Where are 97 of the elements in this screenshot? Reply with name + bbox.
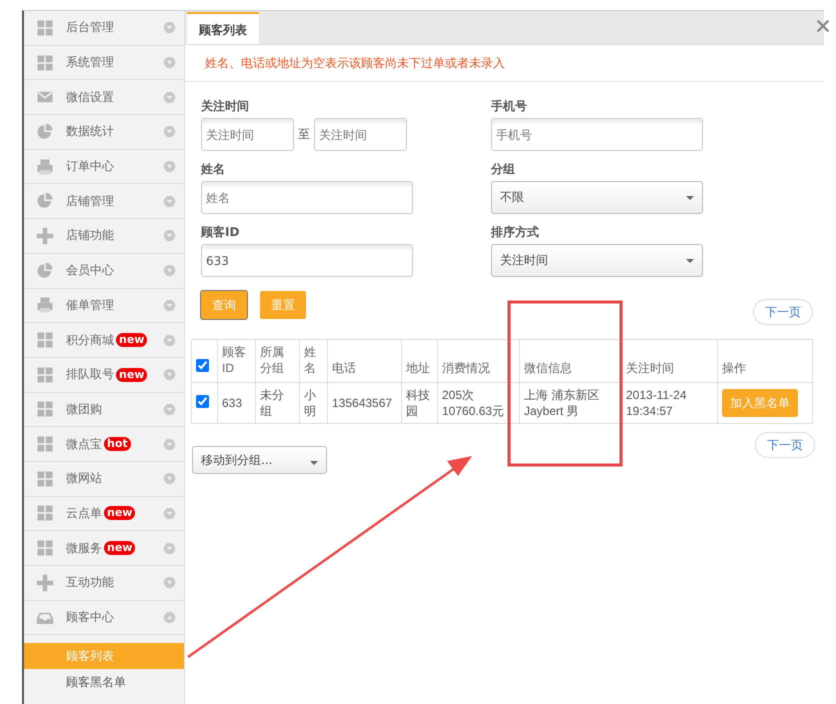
sidebar-item[interactable]: 催单管理	[24, 288, 184, 324]
grid-icon	[36, 331, 54, 350]
sidebar-item[interactable]: 排队取号 new	[24, 358, 184, 393]
sidebar-item[interactable]: 微信设置	[24, 80, 184, 116]
row-checkbox[interactable]	[196, 394, 209, 408]
table-cell: 上海 浦东新区 Jaybert 男	[524, 388, 600, 418]
sidebar-item[interactable]: 店铺管理	[24, 184, 184, 220]
sidebar-label: 会员中心	[66, 262, 114, 280]
field-label: 姓名	[201, 161, 226, 175]
select-all-checkbox[interactable]	[196, 359, 209, 372]
table-cell: 未分组	[260, 388, 284, 418]
column-header: 姓名	[304, 345, 316, 375]
grid-icon	[36, 435, 54, 454]
printer-icon	[36, 296, 54, 314]
sidebar-label: 微点宝	[66, 436, 102, 453]
next-page-button[interactable]: 下一页	[753, 299, 813, 325]
printer-icon	[36, 158, 54, 176]
sidebar-item[interactable]: 微点宝 hot	[24, 427, 184, 462]
sidebar-label: 积分商城	[66, 332, 114, 349]
grid-icon	[36, 54, 54, 72]
sidebar-item[interactable]: 积分商城 new	[24, 323, 184, 358]
sidebar-label: 微团购	[66, 400, 102, 418]
grid-icon	[36, 504, 54, 522]
next-page-button[interactable]: 下一页	[755, 432, 815, 458]
sidebar-label: 后台管理	[66, 19, 114, 36]
sidebar-item[interactable]: 云点单 new	[24, 496, 184, 532]
sidebar-label: 数据统计	[66, 123, 114, 140]
submenu-item[interactable]: 顾客黑名单	[24, 669, 184, 696]
move-group-dropdown[interactable]: 移动到分组...	[192, 446, 327, 474]
column-header: 微信信息	[524, 361, 572, 375]
sidebar-item[interactable]: 微服务 new	[24, 531, 184, 566]
table-cell: 205次 10760.63元	[442, 388, 504, 418]
column-header: 顾客ID	[222, 345, 246, 375]
sidebar-label: 订单中心	[66, 158, 114, 176]
field-label: 分组	[491, 161, 516, 175]
sidebar-item[interactable]: 数据统计	[24, 115, 184, 150]
notice-text: 姓名、电话或地址为空表示该顾客尚未下过单或者未录入	[185, 45, 824, 82]
badge: new	[104, 541, 136, 556]
pie-icon	[36, 122, 54, 141]
sidebar-label: 微服务	[66, 540, 102, 557]
sidebar-item[interactable]: 微团购	[24, 392, 184, 428]
date-field[interactable]: 关注时间	[314, 118, 407, 151]
field-label: 顾客ID	[201, 224, 240, 238]
table-cell: 633	[222, 396, 242, 410]
badge: hot	[104, 437, 131, 452]
range-separator: 至	[298, 126, 310, 143]
name-field[interactable]: 姓名	[201, 181, 413, 214]
pie-icon	[36, 192, 54, 210]
field-label: 手机号	[491, 98, 528, 112]
plus-icon	[36, 574, 54, 592]
sidebar-label: 云点单	[66, 504, 102, 522]
sort-dropdown[interactable]: 关注时间	[491, 244, 703, 277]
sidebar-item[interactable]: 微网站	[24, 462, 184, 497]
sidebar-item[interactable]: 店铺功能	[24, 219, 184, 254]
grid-icon	[36, 470, 54, 488]
badge: new	[116, 333, 148, 348]
sidebar-label: 排队取号	[66, 366, 114, 384]
close-icon[interactable]	[814, 17, 832, 35]
table-cell: 135643567	[332, 396, 392, 410]
sidebar-label: 互动功能	[66, 574, 114, 592]
sidebar-label: 店铺功能	[66, 227, 114, 244]
column-header: 地址	[406, 361, 430, 375]
grid-icon	[36, 366, 54, 384]
column-header: 所属分组	[260, 345, 284, 375]
pie-icon	[36, 262, 54, 280]
table-cell: 小明	[304, 388, 316, 418]
badge: new	[116, 368, 148, 382]
column-header: 关注时间	[626, 361, 674, 375]
column-header: 消费情况	[442, 361, 490, 375]
sidebar-label: 店铺管理	[66, 192, 114, 210]
grid-icon	[36, 539, 54, 558]
sidebar-label: 微信设置	[66, 88, 114, 106]
table-cell: 2013-11-24 19:34:57	[626, 388, 686, 418]
phone-field[interactable]: 手机号	[491, 118, 703, 151]
sidebar-item[interactable]: 系统管理	[24, 46, 184, 80]
grid-icon	[36, 400, 54, 418]
field-label: 关注时间	[201, 98, 250, 112]
tab[interactable]: 顾客列表	[187, 12, 259, 44]
table-cell: 科技园	[406, 388, 430, 418]
sidebar-label: 顾客中心	[66, 609, 114, 626]
group-dropdown[interactable]: 不限	[491, 181, 703, 214]
plus-icon	[36, 226, 54, 245]
sidebar-item[interactable]: 会员中心	[24, 254, 184, 288]
sidebar-item[interactable]: 订单中心	[24, 150, 184, 184]
column-header: 电话	[332, 361, 356, 375]
field-label: 排序方式	[491, 224, 540, 238]
sidebar-label: 系统管理	[66, 54, 114, 72]
date-field[interactable]: 关注时间	[201, 118, 294, 151]
sidebar-label: 微网站	[66, 470, 102, 488]
column-header: 操作	[722, 361, 746, 375]
grid-icon	[36, 18, 54, 37]
sidebar-item[interactable]: 顾客中心	[24, 600, 184, 636]
badge: new	[104, 506, 136, 520]
sidebar-item[interactable]: 后台管理	[24, 11, 184, 46]
customer-id-field[interactable]: 633	[201, 244, 413, 277]
sidebar-item[interactable]: 互动功能	[24, 566, 184, 601]
sidebar-label: 催单管理	[66, 296, 114, 314]
